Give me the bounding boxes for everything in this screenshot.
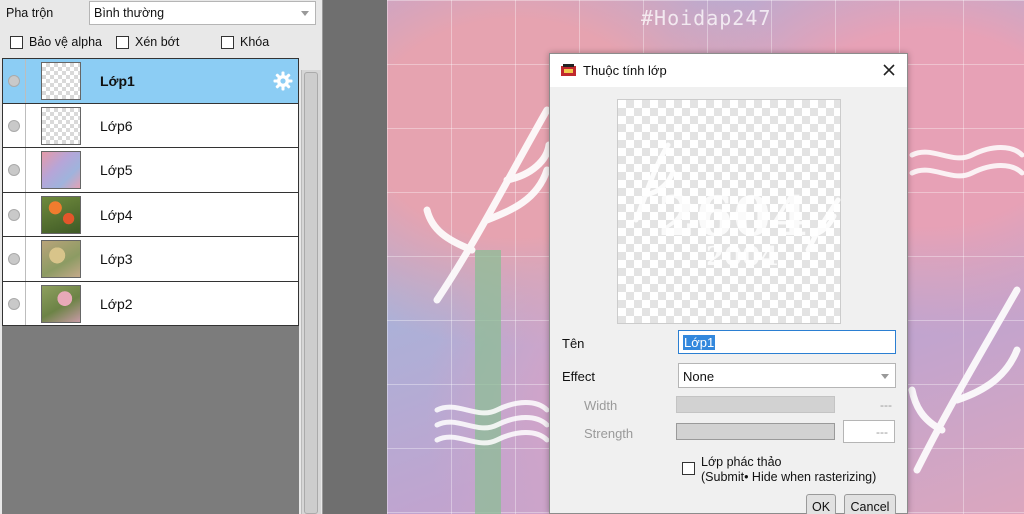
layer-name: Lớp3 <box>100 251 133 267</box>
width-slider[interactable] <box>676 396 835 413</box>
blend-mode-value: Bình thường <box>94 6 165 20</box>
blend-mode-select[interactable]: Bình thường <box>89 1 316 25</box>
chevron-down-icon <box>301 11 309 16</box>
dialog-title: Thuộc tính lớp <box>583 63 667 78</box>
visibility-dot-icon[interactable] <box>8 253 20 265</box>
draft-layer-label: Lớp phác thảo (Submit• Hide when rasteri… <box>701 455 901 485</box>
layer-row-lop6[interactable]: Lớp6 <box>3 103 298 148</box>
draft-layer-label-line2: (Submit• Hide when rasterizing) <box>701 470 877 484</box>
lock-checkbox[interactable] <box>221 35 234 49</box>
visibility-dot-icon[interactable] <box>8 75 20 87</box>
strength-input[interactable]: --- <box>843 420 895 443</box>
layer-name: Lớp4 <box>100 206 133 223</box>
visibility-dot-icon[interactable] <box>8 119 20 132</box>
row-divider <box>25 237 26 281</box>
visibility-dot-icon[interactable] <box>8 164 20 176</box>
ok-button[interactable]: OK <box>806 494 836 514</box>
layer-name-value: Lớp1 <box>683 335 716 350</box>
protect-alpha-checkbox[interactable] <box>10 35 23 49</box>
strength-label: Strength <box>584 426 634 441</box>
layer-thumbnail <box>41 195 81 234</box>
row-divider <box>25 59 26 103</box>
preview-artwork: 2604 2004 <box>633 142 841 272</box>
layer-scrollbar-thumb[interactable] <box>304 72 318 514</box>
layer-options-row: Bảo vệ alpha Xén bớt Khóa <box>0 32 323 54</box>
layer-thumbnail <box>41 240 81 278</box>
row-divider <box>25 192 26 236</box>
layer-thumbnail <box>41 284 81 323</box>
wave-doodle-left <box>434 400 550 446</box>
protect-alpha-label: Bảo vệ alpha <box>29 35 102 49</box>
layer-name-input[interactable]: Lớp1 <box>678 330 896 354</box>
layer-row-lop3[interactable]: Lớp3 <box>3 237 298 282</box>
layer-name: Lớp2 <box>100 295 133 312</box>
layer-thumbnail <box>41 151 81 189</box>
width-value: --- <box>880 398 892 412</box>
gear-icon[interactable] <box>273 71 293 91</box>
chevron-down-icon <box>881 374 889 379</box>
row-divider <box>25 148 26 192</box>
layer-row-lop2[interactable]: Lớp2 <box>3 281 298 326</box>
strength-slider[interactable] <box>676 423 835 440</box>
visibility-dot-icon[interactable] <box>8 208 20 221</box>
layer-row-lop1[interactable]: Lớp1 <box>3 59 298 104</box>
lock-label: Khóa <box>240 35 270 49</box>
row-divider <box>25 281 26 325</box>
preview-text-small: 2004 <box>706 242 778 272</box>
width-label: Width <box>584 398 618 413</box>
protect-alpha-option[interactable]: Bảo vệ alpha <box>10 35 102 49</box>
layer-name: Lớp6 <box>100 117 133 134</box>
layer-thumbnail <box>41 106 81 145</box>
watermark-text: #Hoidap247 <box>641 6 772 30</box>
lock-option[interactable]: Khóa <box>221 35 269 49</box>
visibility-dot-icon[interactable] <box>8 297 20 310</box>
layer-row-lop4[interactable]: Lớp4 <box>3 192 298 237</box>
leaf-doodle-right <box>908 286 1021 474</box>
effect-select[interactable]: None <box>678 363 896 388</box>
draft-layer-checkbox[interactable] <box>682 462 695 475</box>
layer-name: Lớp1 <box>100 73 135 89</box>
clip-checkbox[interactable] <box>116 35 129 49</box>
clip-option[interactable]: Xén bớt <box>116 35 179 49</box>
blend-mode-label: Pha trộn <box>6 6 54 20</box>
layer-row-lop5[interactable]: Lớp5 <box>3 148 298 193</box>
layer-panel: Pha trộn Bình thường Bảo vệ alpha Xén bớ… <box>0 0 323 514</box>
leaf-doodle-left <box>423 106 553 304</box>
preview-text-large: 2604 <box>658 184 808 248</box>
effect-label: Effect <box>562 369 596 384</box>
cancel-button[interactable]: Cancel <box>844 494 896 514</box>
layer-list: Lớp1 Lớp6 Lớp5 Lớp4 Lớp3 Lớp2 <box>2 58 299 326</box>
layer-name: Lớp5 <box>100 162 133 178</box>
clip-label: Xén bớt <box>135 35 180 49</box>
layer-thumbnail <box>41 62 81 100</box>
dialog-titlebar[interactable]: Thuộc tính lớp <box>550 54 907 87</box>
row-divider <box>25 103 26 147</box>
layer-list-empty-area <box>2 326 299 514</box>
layer-properties-icon <box>561 64 576 76</box>
draft-layer-label-line1: Lớp phác thảo <box>701 455 782 469</box>
close-icon[interactable] <box>879 60 899 80</box>
name-label: Tên <box>562 336 585 351</box>
effect-value: None <box>683 369 715 384</box>
blend-mode-row: Pha trộn Bình thường <box>0 0 323 28</box>
layer-preview: 2604 2004 <box>617 99 841 324</box>
wave-doodle-right <box>909 145 1024 179</box>
layer-properties-dialog: Thuộc tính lớp 2604 2004 Tên Lớp1 Effect… <box>549 53 908 514</box>
